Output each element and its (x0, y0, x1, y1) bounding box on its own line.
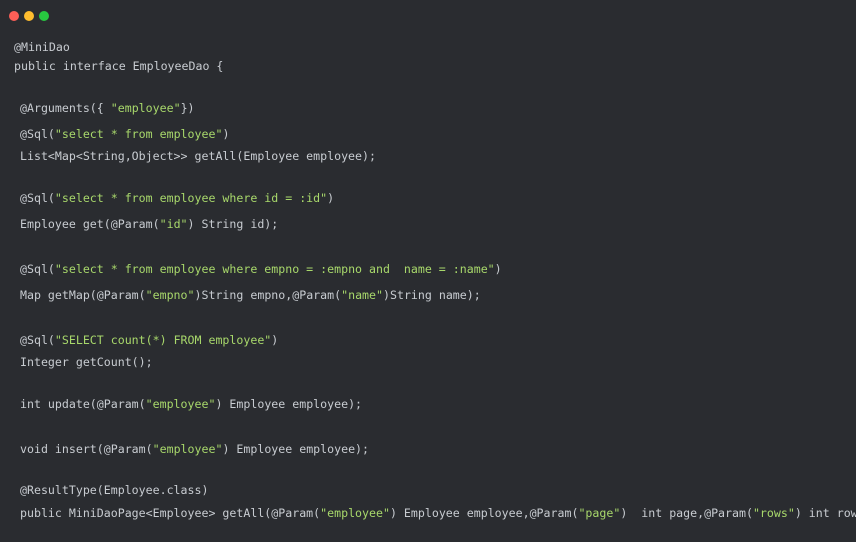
string-literal: "name" (341, 288, 383, 302)
code-token: Integer getCount(); (20, 355, 153, 369)
code-line: Integer getCount(); (20, 355, 153, 369)
string-literal: "employee" (145, 397, 216, 411)
code-token: @MiniDao (14, 40, 70, 54)
code-token: Employee get(@Param( (20, 217, 160, 231)
code-token: public MiniDaoPage<Employee> getAll(@Par… (20, 506, 321, 520)
code-line: Employee get(@Param("id") String id); (20, 217, 278, 231)
code-block: @MiniDao public interface EmployeeDao { @A… (0, 0, 856, 542)
code-token: ) int rows); (794, 506, 856, 520)
code-token: ) String id); (187, 217, 279, 231)
string-literal: "SELECT count(*) FROM employee" (54, 333, 272, 347)
string-literal: "rows" (752, 506, 795, 520)
code-line: @Sql("select * from employee where id = … (20, 191, 334, 205)
code-token: @Sql( (20, 333, 55, 347)
string-literal: "employee" (110, 101, 181, 115)
code-token: }) (180, 101, 195, 115)
code-line: @Sql("SELECT count(*) FROM employee") (20, 333, 278, 347)
code-token: ) Employee employee,@Param( (389, 506, 579, 520)
code-line: void insert(@Param("employee") Employee … (20, 442, 369, 456)
code-token: ) (222, 127, 230, 141)
code-token: )String name); (383, 288, 481, 302)
code-token: @Sql( (20, 127, 55, 141)
code-token: ) (327, 191, 335, 205)
code-line: @Sql("select * from employee") (20, 127, 229, 141)
code-line: @MiniDao (14, 40, 70, 54)
code-line: @ResultType(Employee.class) (20, 483, 208, 497)
code-line: public MiniDaoPage<Employee> getAll(@Par… (20, 506, 856, 520)
code-line: public interface EmployeeDao { (14, 59, 223, 73)
code-token: @Sql( (20, 262, 55, 276)
code-token: @Arguments({ (20, 101, 111, 115)
string-literal: "employee" (152, 442, 223, 456)
code-window: @MiniDao public interface EmployeeDao { @A… (0, 0, 856, 542)
code-token: ) Employee employee); (215, 397, 363, 411)
code-line: Map getMap(@Param("empno")String empno,@… (20, 288, 481, 302)
code-token: void insert(@Param( (20, 442, 153, 456)
code-token: Map getMap(@Param( (20, 288, 146, 302)
code-token: ) Employee employee); (222, 442, 370, 456)
code-line: @Sql("select * from employee where empno… (20, 262, 502, 276)
code-token: ) (271, 333, 279, 347)
code-token: int update(@Param( (20, 397, 146, 411)
string-literal: "select * from employee where id = :id" (54, 191, 328, 205)
string-literal: "id" (159, 217, 188, 231)
code-token: ) (494, 262, 502, 276)
code-token: )String empno,@Param( (194, 288, 342, 302)
string-literal: "select * from employee where empno = :e… (54, 262, 495, 276)
code-token: @Sql( (20, 191, 55, 205)
code-token: public interface EmployeeDao { (14, 59, 224, 73)
code-token: ) int page,@Param( (620, 506, 753, 520)
string-literal: "employee" (320, 506, 390, 520)
code-token: @ResultType(Employee.class) (20, 483, 209, 497)
code-line: @Arguments({ "employee"}) (20, 101, 195, 115)
string-literal: "empno" (145, 288, 195, 302)
string-literal: "page" (578, 506, 621, 520)
code-line: int update(@Param("employee") Employee e… (20, 397, 362, 411)
code-line: List<Map<String,Object>> getAll(Employee… (20, 149, 376, 163)
code-token: List<Map<String,Object>> getAll(Employee… (20, 149, 376, 163)
string-literal: "select * from employee" (54, 127, 223, 141)
